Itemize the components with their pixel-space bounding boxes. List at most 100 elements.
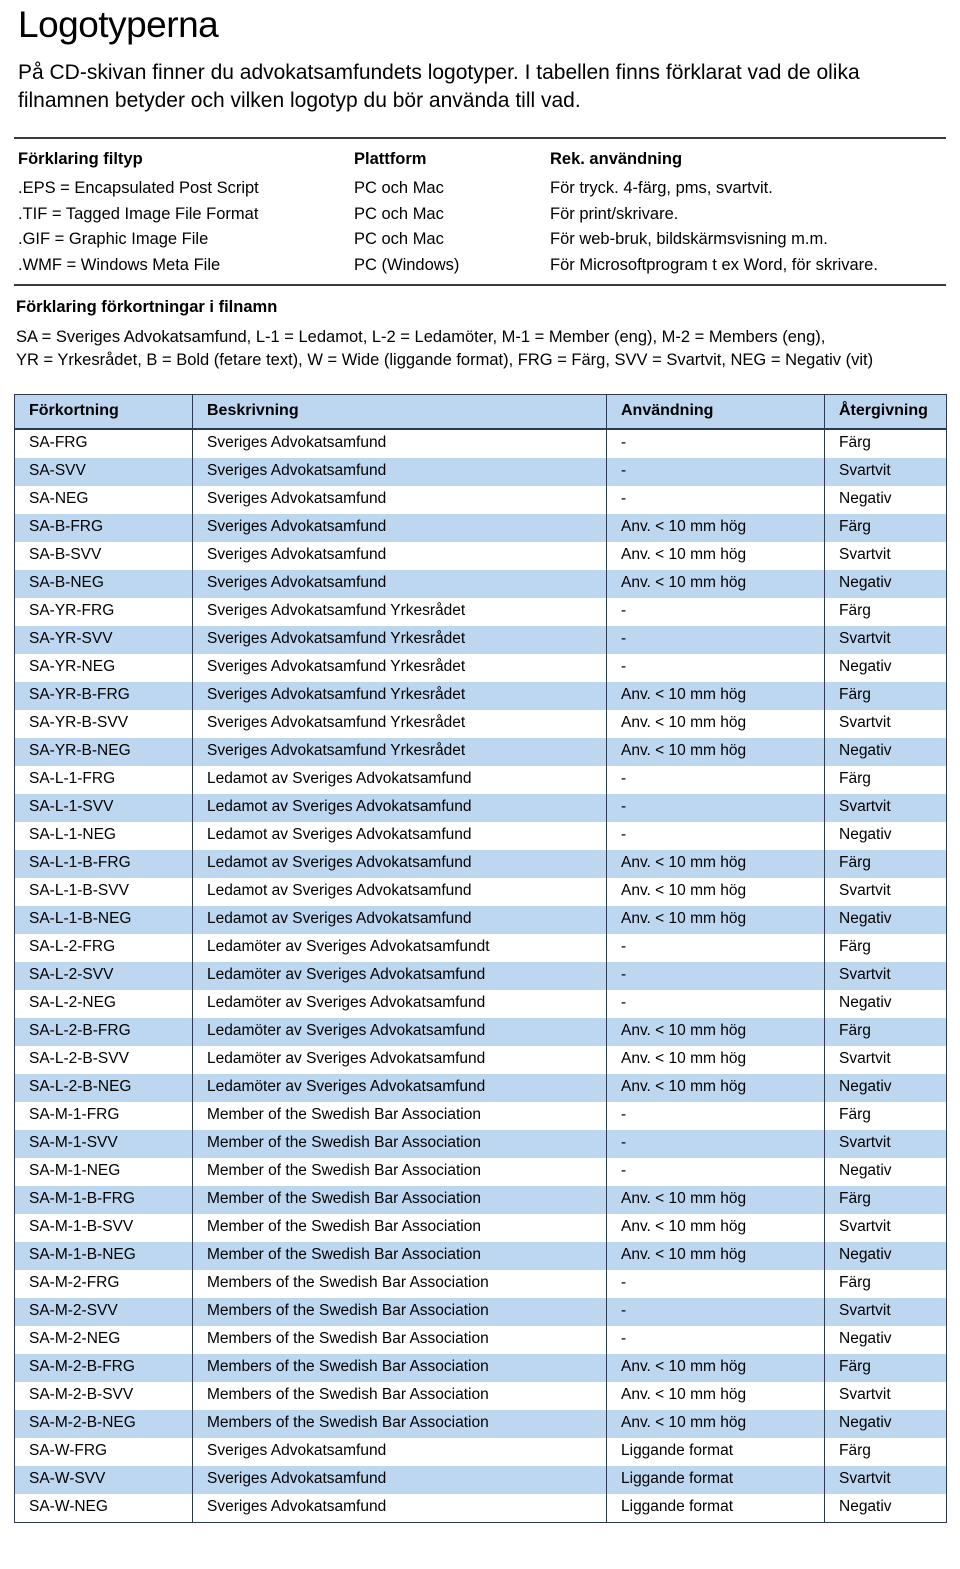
cell-abbreviation: SA-M-1-NEG bbox=[14, 1157, 193, 1186]
cell-usage: Anv. < 10 mm hög bbox=[606, 1241, 825, 1270]
cell-usage: Anv. < 10 mm hög bbox=[606, 513, 825, 542]
table-row: SA-YR-FRG Sveriges Advokatsamfund Yrkesrå… bbox=[14, 597, 947, 626]
cell-rendering: Färg bbox=[824, 849, 947, 878]
table-row: SA-M-1-NEG Member of the Swedish Bar Asso… bbox=[14, 1157, 947, 1186]
cell-usage: - bbox=[606, 1157, 825, 1186]
abbreviation-line-2: YR = Yrkesrådet, B = Bold (fetare text),… bbox=[16, 350, 874, 369]
cell-rendering: Svartvit bbox=[824, 1297, 947, 1326]
cell-usage: - bbox=[606, 765, 825, 794]
table-row: SA-M-1-B-FRG Member of the Swedish Bar As… bbox=[14, 1185, 947, 1214]
table-row: SA-YR-B-NEG Sveriges Advokatsamfund Yrkes… bbox=[14, 737, 947, 766]
cell-description: Sveriges Advokatsamfund Yrkesrådet bbox=[192, 653, 607, 682]
cell-usage: - bbox=[606, 821, 825, 850]
cell-abbreviation: SA-B-FRG bbox=[14, 513, 193, 542]
cell-rendering: Negativ bbox=[824, 1493, 947, 1523]
table-row: SA-L-1-SVV Ledamot av Sveriges Advokatsam… bbox=[14, 793, 947, 822]
cell-description: Ledamöter av Sveriges Advokatsamfund bbox=[192, 989, 607, 1018]
cell-description: Ledamot av Sveriges Advokatsamfund bbox=[192, 821, 607, 850]
filetype-cell-name: .WMF = Windows Meta File bbox=[18, 255, 221, 274]
cell-abbreviation: SA-YR-NEG bbox=[14, 653, 193, 682]
cell-abbreviation: SA-B-SVV bbox=[14, 541, 193, 570]
cell-usage: Anv. < 10 mm hög bbox=[606, 849, 825, 878]
cell-rendering: Färg bbox=[824, 597, 947, 626]
cell-abbreviation: SA-YR-B-SVV bbox=[14, 709, 193, 738]
cell-usage: Anv. < 10 mm hög bbox=[606, 1017, 825, 1046]
cell-abbreviation: SA-YR-B-FRG bbox=[14, 681, 193, 710]
cell-rendering: Negativ bbox=[824, 737, 947, 766]
cell-rendering: Färg bbox=[824, 1101, 947, 1130]
table-row: SA-L-2-B-FRG Ledamöter av Sveriges Advoka… bbox=[14, 1017, 947, 1046]
cell-rendering: Negativ bbox=[824, 653, 947, 682]
cell-description: Ledamöter av Sveriges Advokatsamfund bbox=[192, 961, 607, 990]
cell-abbreviation: SA-L-1-SVV bbox=[14, 793, 193, 822]
cell-abbreviation: SA-B-NEG bbox=[14, 569, 193, 598]
filetype-cell-usage: För Microsoftprogram t ex Word, för skri… bbox=[550, 255, 878, 274]
cell-usage: - bbox=[606, 485, 825, 514]
filetype-header-filetype: Förklaring filtyp bbox=[18, 149, 143, 168]
table-row: SA-NEG Sveriges Advokatsamfund - Negativ bbox=[14, 485, 947, 514]
cell-usage: Anv. < 10 mm hög bbox=[606, 709, 825, 738]
table-row: SA-W-SVV Sveriges Advokatsamfund Liggande … bbox=[14, 1465, 947, 1494]
cell-abbreviation: SA-L-1-NEG bbox=[14, 821, 193, 850]
cell-rendering: Negativ bbox=[824, 905, 947, 934]
filetype-cell-platform: PC (Windows) bbox=[354, 255, 460, 274]
cell-abbreviation: SA-L-1-B-NEG bbox=[14, 905, 193, 934]
filetype-cell-usage: För tryck. 4-färg, pms, svartvit. bbox=[550, 179, 773, 198]
cell-description: Member of the Swedish Bar Association bbox=[192, 1185, 607, 1214]
logotype-table-head: Förkortning Beskrivning Användning Återg… bbox=[14, 393, 947, 430]
cell-abbreviation: SA-W-NEG bbox=[14, 1493, 193, 1523]
cell-usage: - bbox=[606, 597, 825, 626]
table-row: SA-M-1-SVV Member of the Swedish Bar Asso… bbox=[14, 1129, 947, 1158]
column-header-beskrivning: Beskrivning bbox=[192, 393, 607, 430]
cell-abbreviation: SA-L-2-FRG bbox=[14, 933, 193, 962]
cell-abbreviation: SA-M-2-SVV bbox=[14, 1297, 193, 1326]
cell-rendering: Färg bbox=[824, 765, 947, 794]
cell-usage: Anv. < 10 mm hög bbox=[606, 737, 825, 766]
filetype-header-platform: Plattform bbox=[354, 149, 427, 168]
table-row: SA-M-1-B-NEG Member of the Swedish Bar As… bbox=[14, 1241, 947, 1270]
cell-usage: - bbox=[606, 625, 825, 654]
cell-description: Ledamöter av Sveriges Advokatsamfund bbox=[192, 1073, 607, 1102]
cell-usage: Anv. < 10 mm hög bbox=[606, 877, 825, 906]
cell-description: Ledamot av Sveriges Advokatsamfund bbox=[192, 905, 607, 934]
cell-description: Member of the Swedish Bar Association bbox=[192, 1157, 607, 1186]
cell-description: Member of the Swedish Bar Association bbox=[192, 1129, 607, 1158]
filetype-cell-name: .EPS = Encapsulated Post Script bbox=[18, 179, 259, 198]
cell-description: Sveriges Advokatsamfund bbox=[192, 1437, 607, 1466]
table-header-row: Förkortning Beskrivning Användning Återg… bbox=[14, 393, 947, 430]
cell-description: Members of the Swedish Bar Association bbox=[192, 1269, 607, 1298]
cell-rendering: Svartvit bbox=[824, 541, 947, 570]
cell-description: Members of the Swedish Bar Association bbox=[192, 1381, 607, 1410]
cell-description: Sveriges Advokatsamfund Yrkesrådet bbox=[192, 681, 607, 710]
cell-description: Members of the Swedish Bar Association bbox=[192, 1297, 607, 1326]
cell-rendering: Svartvit bbox=[824, 457, 947, 486]
cell-description: Ledamöter av Sveriges Advokatsamfund bbox=[192, 1017, 607, 1046]
cell-abbreviation: SA-W-FRG bbox=[14, 1437, 193, 1466]
cell-description: Sveriges Advokatsamfund Yrkesrådet bbox=[192, 709, 607, 738]
cell-rendering: Färg bbox=[824, 1269, 947, 1298]
cell-description: Sveriges Advokatsamfund bbox=[192, 569, 607, 598]
table-row: SA-M-2-B-NEG Members of the Swedish Bar A… bbox=[14, 1409, 947, 1438]
cell-usage: Anv. < 10 mm hög bbox=[606, 541, 825, 570]
filetype-row: .GIF = Graphic Image File PC och Mac För… bbox=[0, 227, 960, 253]
cell-description: Ledamöter av Sveriges Advokatsamfund bbox=[192, 1045, 607, 1074]
cell-rendering: Negativ bbox=[824, 1241, 947, 1270]
cell-usage: Anv. < 10 mm hög bbox=[606, 1185, 825, 1214]
cell-description: Sveriges Advokatsamfund Yrkesrådet bbox=[192, 625, 607, 654]
cell-abbreviation: SA-W-SVV bbox=[14, 1465, 193, 1494]
cell-description: Sveriges Advokatsamfund bbox=[192, 485, 607, 514]
filetype-cell-platform: PC och Mac bbox=[354, 179, 444, 198]
cell-abbreviation: SA-YR-SVV bbox=[14, 625, 193, 654]
table-row: SA-M-2-FRG Members of the Swedish Bar Ass… bbox=[14, 1269, 947, 1298]
cell-usage: Liggande format bbox=[606, 1437, 825, 1466]
cell-abbreviation: SA-M-2-B-NEG bbox=[14, 1409, 193, 1438]
cell-description: Members of the Swedish Bar Association bbox=[192, 1325, 607, 1354]
cell-description: Ledamot av Sveriges Advokatsamfund bbox=[192, 849, 607, 878]
cell-description: Sveriges Advokatsamfund bbox=[192, 428, 607, 458]
cell-description: Members of the Swedish Bar Association bbox=[192, 1353, 607, 1382]
cell-usage: - bbox=[606, 653, 825, 682]
cell-usage: - bbox=[606, 933, 825, 962]
column-header-atergivning: Återgivning bbox=[824, 393, 947, 430]
cell-abbreviation: SA-YR-FRG bbox=[14, 597, 193, 626]
document-page: Logotyperna På CD-skivan finner du advok… bbox=[0, 0, 960, 1569]
